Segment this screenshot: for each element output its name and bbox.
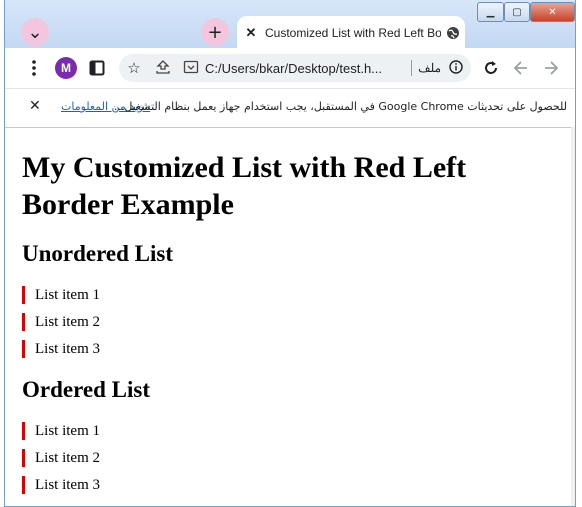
maximize-button[interactable]: ▢ bbox=[504, 2, 530, 22]
side-panel-icon[interactable] bbox=[87, 58, 107, 78]
chevron-down-icon: ⌄ bbox=[27, 21, 43, 43]
infobar-message: للحصول على تحديثات Google Chrome في المس… bbox=[113, 100, 567, 113]
ordered-list-item: List item 2 bbox=[22, 449, 100, 467]
reload-icon[interactable] bbox=[481, 58, 501, 78]
share-icon[interactable] bbox=[149, 59, 177, 77]
install-app-icon[interactable] bbox=[177, 60, 205, 77]
unordered-heading: Unordered List bbox=[22, 241, 173, 266]
page-content: My Customized List with Red Left Border … bbox=[5, 127, 571, 506]
ordered-list-item: List item 1 bbox=[22, 422, 100, 440]
infobar-close-icon[interactable]: ✕ bbox=[29, 98, 41, 114]
tab-title: Customized List with Red Left Bo bbox=[265, 26, 441, 40]
minimize-button[interactable]: ▁ bbox=[477, 2, 504, 22]
site-info-icon[interactable] bbox=[441, 59, 471, 77]
new-tab-button[interactable]: + bbox=[201, 18, 229, 46]
close-icon: ✕ bbox=[548, 6, 557, 18]
close-window-button[interactable]: ✕ bbox=[530, 2, 575, 22]
address-bar[interactable]: ☆ C:/Users/bkar/Desktop/test.h... ملف bbox=[119, 54, 471, 82]
ordered-list-item: List item 3 bbox=[22, 476, 100, 494]
globe-icon bbox=[441, 26, 465, 40]
back-arrow-icon[interactable] bbox=[541, 58, 561, 78]
page-scrollbar[interactable] bbox=[571, 127, 575, 506]
file-scheme-label: ملف bbox=[418, 61, 441, 75]
menu-kebab-icon[interactable] bbox=[27, 58, 41, 78]
plus-icon: + bbox=[207, 21, 223, 43]
tab-close-icon[interactable]: ✕ bbox=[237, 25, 265, 41]
bookmark-star-icon[interactable]: ☆ bbox=[119, 59, 149, 77]
page-title: My Customized List with Red Left Border … bbox=[22, 151, 467, 221]
url-text[interactable]: C:/Users/bkar/Desktop/test.h... bbox=[205, 61, 405, 76]
browser-toolbar: M ☆ C:/Users/bkar/Desktop/test.h... ملف bbox=[5, 48, 575, 88]
tab-active[interactable]: ✕ Customized List with Red Left Bo bbox=[237, 16, 465, 50]
unordered-list-item: List item 3 bbox=[22, 340, 100, 358]
title-bar: ⌄ + ✕ Customized List with Red Left Bo ▁… bbox=[5, 0, 575, 50]
unordered-list-item: List item 1 bbox=[22, 286, 100, 304]
omnibox-divider bbox=[411, 60, 413, 76]
profile-avatar[interactable]: M bbox=[55, 57, 77, 79]
unordered-list-item: List item 2 bbox=[22, 313, 100, 331]
ordered-heading: Ordered List bbox=[22, 377, 150, 402]
browser-window: ⌄ + ✕ Customized List with Red Left Bo ▁… bbox=[4, 0, 576, 507]
update-infobar: ✕ مزيد من المعلومات للحصول على تحديثات G… bbox=[5, 88, 575, 128]
minimize-icon: ▁ bbox=[486, 6, 495, 18]
tab-search-button[interactable]: ⌄ bbox=[21, 18, 49, 46]
forward-arrow-icon[interactable] bbox=[511, 58, 531, 78]
maximize-icon: ▢ bbox=[512, 6, 522, 18]
